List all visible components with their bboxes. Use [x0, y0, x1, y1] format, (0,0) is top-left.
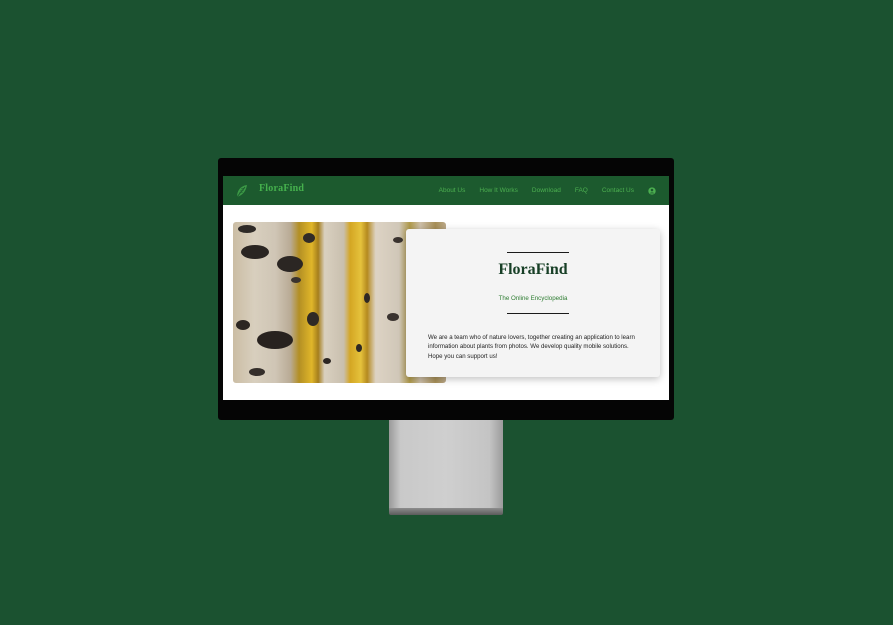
user-circle-icon[interactable]	[648, 186, 656, 195]
monitor-screen: FloraFind About Us How It Works Download…	[223, 176, 669, 400]
hero-title: FloraFind	[498, 261, 568, 278]
nav-contact-us[interactable]: Contact Us	[602, 187, 634, 194]
title-rule-top	[507, 252, 569, 253]
hero-subtitle: The Online Encyclopedia	[498, 295, 568, 302]
nav-how-it-works[interactable]: How It Works	[479, 187, 518, 194]
intro-card: FloraFind The Online Encyclopedia We are…	[406, 229, 660, 377]
nav-about-us[interactable]: About Us	[439, 187, 466, 194]
monitor-stand-foot	[389, 508, 503, 515]
navbar: FloraFind About Us How It Works Download…	[223, 176, 669, 205]
nav-faq[interactable]: FAQ	[575, 187, 588, 194]
monitor-stand	[389, 420, 503, 508]
leaf-logo-icon[interactable]	[234, 183, 250, 199]
main-nav: About Us How It Works Download FAQ Conta…	[439, 176, 669, 205]
nav-download[interactable]: Download	[532, 187, 561, 194]
brand-name[interactable]: FloraFind	[259, 183, 304, 194]
hero-description: We are a team who of nature lovers, toge…	[428, 334, 635, 360]
monitor: FloraFind About Us How It Works Download…	[218, 158, 674, 420]
title-rule-bottom	[507, 313, 569, 314]
